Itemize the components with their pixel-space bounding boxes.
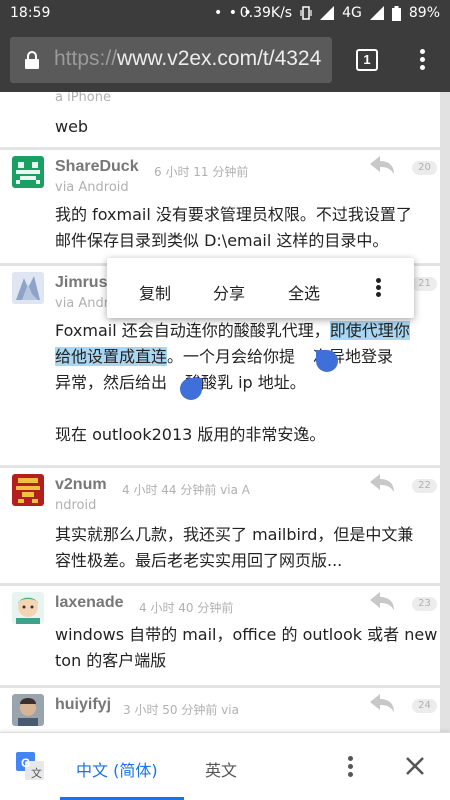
reply-body-line: ton 的客户端版 (55, 651, 167, 670)
avatar[interactable] (12, 474, 44, 506)
reply-card: huiyifyj 3 小时 50 分钟前 via 24 (0, 688, 440, 732)
reply-username[interactable]: ShareDuck (55, 158, 139, 176)
url-scheme: https:// (54, 47, 118, 70)
reply-body: Foxmail 还会自动连你的酸酸乳代理，即使代理你 给他设置成直连。一个月会给… (55, 318, 440, 448)
body-text: 酸酸乳 ip 地址。 (185, 373, 306, 392)
reply-body-line: Foxmail 还会自动连你的酸酸乳代理，即使代理你 (55, 318, 440, 344)
reply-body-line: windows 自带的 mail，office 的 outlook 或者 new (55, 625, 438, 644)
reply-arrow-icon[interactable] (368, 472, 396, 494)
reply-via: ndroid (55, 498, 97, 513)
reply-card: ShareDuck 6 小时 11 分钟前 via Android 20 我的 … (0, 150, 440, 264)
floor-number-badge: 24 (412, 699, 437, 713)
status-bar: 18:59 • • • 0.39K/s 4G 89% (0, 0, 450, 28)
selected-text[interactable]: 给他设置成直连 (55, 347, 168, 366)
reply-body-line: 其实就那么几款，我还买了 mailbird，但是中文兼 (55, 525, 414, 544)
avatar[interactable] (12, 156, 44, 188)
reply-arrow-icon[interactable] (368, 154, 396, 176)
vibrate-icon (300, 6, 312, 20)
reply-via: via Andr (55, 296, 110, 311)
tab-switcher-button[interactable]: 1 (356, 49, 378, 71)
reply-username[interactable]: laxenade (55, 594, 123, 612)
lock-icon (25, 51, 39, 69)
network-type: 4G (342, 5, 362, 21)
browser-toolbar: https://www.v2ex.com/t/4324 1 (0, 28, 450, 92)
source-language-tab[interactable]: 中文 (简体) (76, 757, 158, 781)
svg-text:G: G (21, 756, 30, 770)
select-all-menu-item[interactable]: 全选 (288, 280, 320, 304)
target-language-tab[interactable]: 英文 (205, 757, 237, 781)
body-text: Foxmail 还会自动连你的酸酸乳代理， (55, 321, 330, 340)
reply-body-line (55, 396, 440, 422)
status-right: 0.39K/s 4G 89% (240, 5, 440, 21)
avatar[interactable] (12, 694, 44, 726)
reply-body: windows 自带的 mail，office 的 outlook 或者 new… (55, 622, 440, 674)
signal-icon (320, 6, 335, 20)
reply-username[interactable]: v2num (55, 476, 107, 494)
floor-number-badge: 22 (412, 479, 437, 493)
reply-time: 6 小时 11 分钟前 (154, 165, 249, 179)
reply-arrow-icon[interactable] (368, 590, 396, 612)
share-menu-item[interactable]: 分享 (213, 280, 245, 304)
avatar[interactable] (12, 592, 44, 624)
reply-card-partial: a iPhone web (0, 92, 440, 148)
text-selection-popup: 复制 分享 全选 (107, 258, 414, 318)
selection-start-handle[interactable] (316, 350, 338, 372)
floor-number-badge: 23 (412, 597, 437, 611)
page-content: a iPhone web ShareDuck 6 小时 11 分钟前 via A… (0, 92, 450, 732)
battery-icon (391, 5, 401, 21)
signal-icon-2 (369, 6, 384, 20)
reply-body: web (55, 117, 89, 136)
translate-options-icon[interactable] (345, 753, 355, 781)
translate-bar: G 文 中文 (简体) 英文 (0, 732, 450, 800)
url-host-path: www.v2ex.com/t/4324 (117, 47, 322, 70)
reply-card: laxenade 4 小时 40 分钟前 23 windows 自带的 mail… (0, 586, 440, 686)
reply-via: a iPhone (55, 92, 111, 105)
floor-number-badge: 21 (412, 277, 437, 291)
body-text: 异常，然后给出 (55, 373, 168, 392)
body-text: 。一个月会给你提 (167, 347, 296, 366)
url-bar[interactable]: https://www.v2ex.com/t/4324 (10, 37, 332, 83)
reply-body: 其实就那么几款，我还买了 mailbird，但是中文兼 容性极差。最后老老实实用… (55, 522, 440, 574)
google-translate-icon[interactable]: G 文 (16, 752, 44, 780)
reply-time: 3 小时 50 分钟前 via (123, 703, 239, 717)
reply-body-line: 现在 outlook2013 版用的非常安逸。 (55, 425, 326, 444)
reply-time: 4 小时 44 分钟前 via A (122, 483, 250, 497)
reply-username[interactable]: huiyifyj (55, 696, 111, 714)
close-icon[interactable] (404, 755, 426, 777)
avatar[interactable] (12, 272, 44, 304)
reply-body-line: 给他设置成直连。一个月会给你提 次异地登录 (55, 344, 440, 370)
reply-body-line: 异常，然后给出 酸酸乳 ip 地址。 (55, 370, 440, 396)
more-options-icon[interactable] (373, 276, 383, 302)
browser-menu-icon[interactable] (412, 46, 432, 74)
network-speed: 0.39K/s (239, 5, 293, 21)
floor-number-badge: 20 (412, 161, 437, 175)
reply-body-line: 我的 foxmail 没有要求管理员权限。不过我设置了 (55, 205, 412, 224)
svg-text:文: 文 (31, 766, 42, 780)
reply-body: 我的 foxmail 没有要求管理员权限。不过我设置了 邮件保存目录到类似 D:… (55, 202, 440, 254)
copy-menu-item[interactable]: 复制 (139, 280, 171, 304)
reply-time: 4 小时 40 分钟前 (139, 601, 234, 615)
reply-body-line: 容性极差。最后老老实实用回了网页版... (55, 551, 343, 570)
reply-arrow-icon[interactable] (368, 692, 396, 714)
status-time: 18:59 (10, 5, 51, 21)
selection-end-handle[interactable] (180, 378, 202, 400)
reply-username[interactable]: Jimrus (55, 274, 107, 292)
reply-via: via Android (55, 180, 129, 195)
selected-text[interactable]: 即使代理你 (329, 321, 410, 340)
url-text: https://www.v2ex.com/t/4324 (54, 47, 321, 71)
reply-body-line: 邮件保存目录到类似 D:\email 这样的目录中。 (55, 231, 389, 250)
battery-percent: 89% (408, 5, 440, 21)
reply-card: v2num 4 小时 44 分钟前 via A ndroid 22 其实就那么几… (0, 468, 440, 584)
